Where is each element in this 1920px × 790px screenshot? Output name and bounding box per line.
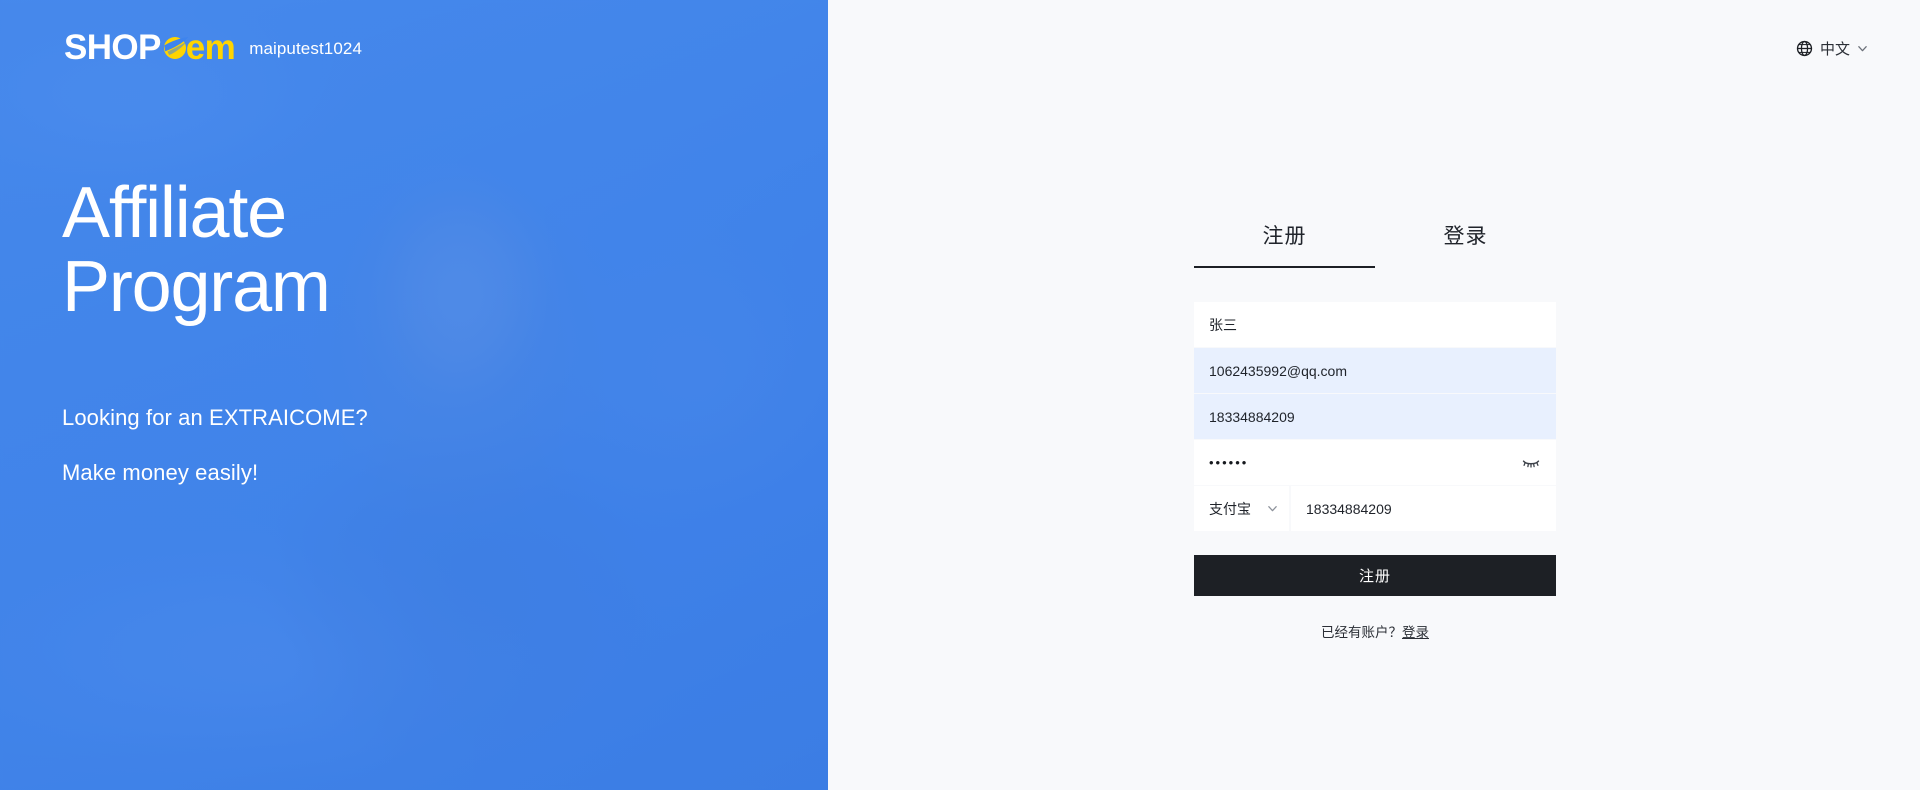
eye-closed-icon[interactable] <box>1521 453 1541 473</box>
payment-method-label: 支付宝 <box>1209 500 1251 517</box>
chevron-down-icon <box>1267 503 1278 514</box>
login-page: SHOP em maiputest1024 Affiliate Program … <box>0 0 1920 790</box>
tab-login[interactable]: 登录 <box>1375 220 1556 268</box>
hero-content: SHOP em maiputest1024 Affiliate Program … <box>0 0 828 790</box>
hero-tagline-2: Make money easily! <box>62 460 259 485</box>
language-switcher[interactable]: 中文 <box>1796 38 1868 59</box>
payment-row: 支付宝 18334884209 <box>1194 486 1556 531</box>
login-prompt-text: 已经有账户？ <box>1321 625 1402 640</box>
globe-icon <box>1796 40 1813 57</box>
tab-register[interactable]: 注册 <box>1194 220 1375 268</box>
brand-row: SHOP em maiputest1024 <box>64 27 363 67</box>
chevron-down-icon <box>1857 43 1868 54</box>
shopoem-logo[interactable]: SHOP em <box>64 27 236 67</box>
phone-field-value: 18334884209 <box>1209 408 1295 425</box>
store-name: maiputest1024 <box>249 39 363 58</box>
logo-text-shop: SHOP <box>64 27 161 67</box>
headline-line-2: Program <box>62 247 331 328</box>
auth-tabs: 注册 登录 <box>1194 220 1556 268</box>
logo-text-em: em <box>185 27 236 67</box>
login-prompt: 已经有账户？登录 <box>1194 621 1556 641</box>
password-field[interactable]: •••••• <box>1194 440 1556 485</box>
language-label: 中文 <box>1819 41 1850 58</box>
auth-panel: 中文 注册 登录 张三 1062435992@qq.com 1833488420… <box>828 0 1920 790</box>
payment-method-select[interactable]: 支付宝 <box>1194 486 1289 531</box>
payment-account-field[interactable]: 18334884209 <box>1291 486 1556 531</box>
hero-panel: SHOP em maiputest1024 Affiliate Program … <box>0 0 828 790</box>
name-field[interactable]: 张三 <box>1194 302 1556 347</box>
phone-field[interactable]: 18334884209 <box>1194 394 1556 439</box>
name-field-value: 张三 <box>1209 316 1237 333</box>
auth-card: 注册 登录 张三 1062435992@qq.com 18334884209 •… <box>1194 220 1556 641</box>
login-link[interactable]: 登录 <box>1402 625 1429 640</box>
headline-line-1: Affiliate <box>62 173 287 253</box>
email-field[interactable]: 1062435992@qq.com <box>1194 348 1556 393</box>
hero-tagline-1: Looking for an EXTRAICOME? <box>62 405 368 430</box>
register-submit-button[interactable]: 注册 <box>1194 555 1556 596</box>
payment-account-value: 18334884209 <box>1306 500 1392 517</box>
register-form: 张三 1062435992@qq.com 18334884209 •••••• <box>1194 302 1556 641</box>
password-field-value: •••••• <box>1209 455 1249 470</box>
email-field-value: 1062435992@qq.com <box>1209 362 1347 379</box>
page-headline: Affiliate Program <box>62 173 331 328</box>
